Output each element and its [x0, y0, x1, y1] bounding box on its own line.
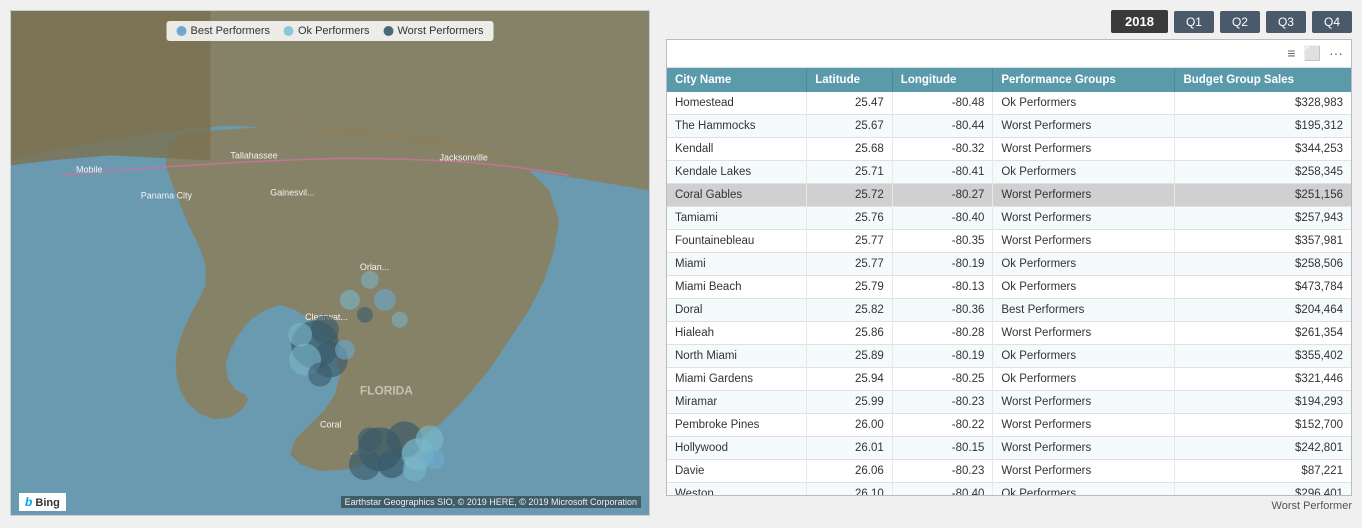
q3-button[interactable]: Q3: [1266, 11, 1306, 33]
table-header-icons: ≡ ⬜ ···: [1287, 45, 1343, 62]
table-row[interactable]: The Hammocks25.67-80.44Worst Performers$…: [667, 115, 1351, 138]
menu-icon[interactable]: ≡: [1287, 45, 1295, 62]
table-row[interactable]: Kendall25.68-80.32Worst Performers$344,2…: [667, 138, 1351, 161]
legend-ok-label: Ok Performers: [298, 25, 370, 37]
table-row[interactable]: Miramar25.99-80.23Worst Performers$194,2…: [667, 391, 1351, 414]
map-footer: b Bing Earthstar Geographics SIO, © 2019…: [11, 493, 649, 511]
table-wrapper: City Name Latitude Longitude Performance…: [667, 68, 1351, 495]
data-table: City Name Latitude Longitude Performance…: [667, 68, 1351, 495]
year-badge: 2018: [1111, 10, 1168, 33]
table-row[interactable]: Miami Beach25.79-80.13Ok Performers$473,…: [667, 276, 1351, 299]
svg-text:Orlan...: Orlan...: [360, 262, 389, 272]
col-sales: Budget Group Sales: [1175, 68, 1351, 92]
map-legend: Best Performers Ok Performers Worst Perf…: [167, 21, 494, 41]
q4-button[interactable]: Q4: [1312, 11, 1352, 33]
table-scroll[interactable]: City Name Latitude Longitude Performance…: [667, 68, 1351, 495]
bing-logo: b Bing: [19, 493, 66, 511]
worst-performer-label: Worst Performer: [666, 496, 1352, 516]
table-row[interactable]: Hollywood26.01-80.15Worst Performers$242…: [667, 437, 1351, 460]
table-row[interactable]: Fountainebleau25.77-80.35Worst Performer…: [667, 230, 1351, 253]
table-row[interactable]: Miami25.77-80.19Ok Performers$258,506: [667, 253, 1351, 276]
table-row[interactable]: Weston26.10-80.40Ok Performers$296,401: [667, 483, 1351, 496]
svg-text:Coral: Coral: [320, 419, 341, 429]
col-lat: Latitude: [807, 68, 893, 92]
svg-text:Mobile: Mobile: [76, 164, 102, 174]
table-container: ≡ ⬜ ··· City Name Latitude Longitude Per…: [666, 39, 1352, 496]
q2-button[interactable]: Q2: [1220, 11, 1260, 33]
table-row[interactable]: Pembroke Pines26.00-80.22Worst Performer…: [667, 414, 1351, 437]
table-row[interactable]: Miami Gardens25.94-80.25Ok Performers$32…: [667, 368, 1351, 391]
table-row[interactable]: Doral25.82-80.36Best Performers$204,464: [667, 299, 1351, 322]
table-header-bar: ≡ ⬜ ···: [667, 40, 1351, 68]
worst-dot: [384, 26, 394, 36]
table-row[interactable]: Davie26.06-80.23Worst Performers$87,221: [667, 460, 1351, 483]
legend-best: Best Performers: [177, 25, 270, 37]
table-row[interactable]: North Miami25.89-80.19Ok Performers$355,…: [667, 345, 1351, 368]
table-row[interactable]: Kendale Lakes25.71-80.41Ok Performers$25…: [667, 161, 1351, 184]
legend-best-label: Best Performers: [191, 25, 270, 37]
legend-worst: Worst Performers: [384, 25, 484, 37]
right-panel: 2018 Q1 Q2 Q3 Q4 ≡ ⬜ ··· City Name: [666, 10, 1352, 516]
table-row[interactable]: Homestead25.47-80.48Ok Performers$328,98…: [667, 92, 1351, 115]
map-attribution: Earthstar Geographics SIO, © 2019 HERE, …: [341, 496, 641, 508]
svg-text:Gainesvil...: Gainesvil...: [270, 187, 314, 197]
svg-text:Tallahassee: Tallahassee: [230, 150, 277, 160]
best-dot: [177, 26, 187, 36]
q1-button[interactable]: Q1: [1174, 11, 1214, 33]
col-city: City Name: [667, 68, 807, 92]
expand-icon[interactable]: ⬜: [1304, 45, 1321, 62]
svg-text:Panama City: Panama City: [141, 190, 193, 200]
table-row[interactable]: Hialeah25.86-80.28Worst Performers$261,3…: [667, 322, 1351, 345]
toolbar-row: 2018 Q1 Q2 Q3 Q4: [666, 10, 1352, 39]
legend-worst-label: Worst Performers: [398, 25, 484, 37]
ok-dot: [284, 26, 294, 36]
col-lon: Longitude: [892, 68, 993, 92]
map-svg: Mobile Tallahassee Jacksonville Panama C…: [11, 11, 649, 515]
table-row[interactable]: Coral Gables25.72-80.27Worst Performers$…: [667, 184, 1351, 207]
map-panel: Best Performers Ok Performers Worst Perf…: [10, 10, 650, 516]
more-icon[interactable]: ···: [1329, 45, 1343, 62]
col-group: Performance Groups: [993, 68, 1175, 92]
table-row[interactable]: Tamiami25.76-80.40Worst Performers$257,9…: [667, 207, 1351, 230]
legend-ok: Ok Performers: [284, 25, 370, 37]
table-header-row: City Name Latitude Longitude Performance…: [667, 68, 1351, 92]
svg-text:FLORIDA: FLORIDA: [360, 383, 413, 397]
svg-text:Jacksonville: Jacksonville: [440, 152, 488, 162]
